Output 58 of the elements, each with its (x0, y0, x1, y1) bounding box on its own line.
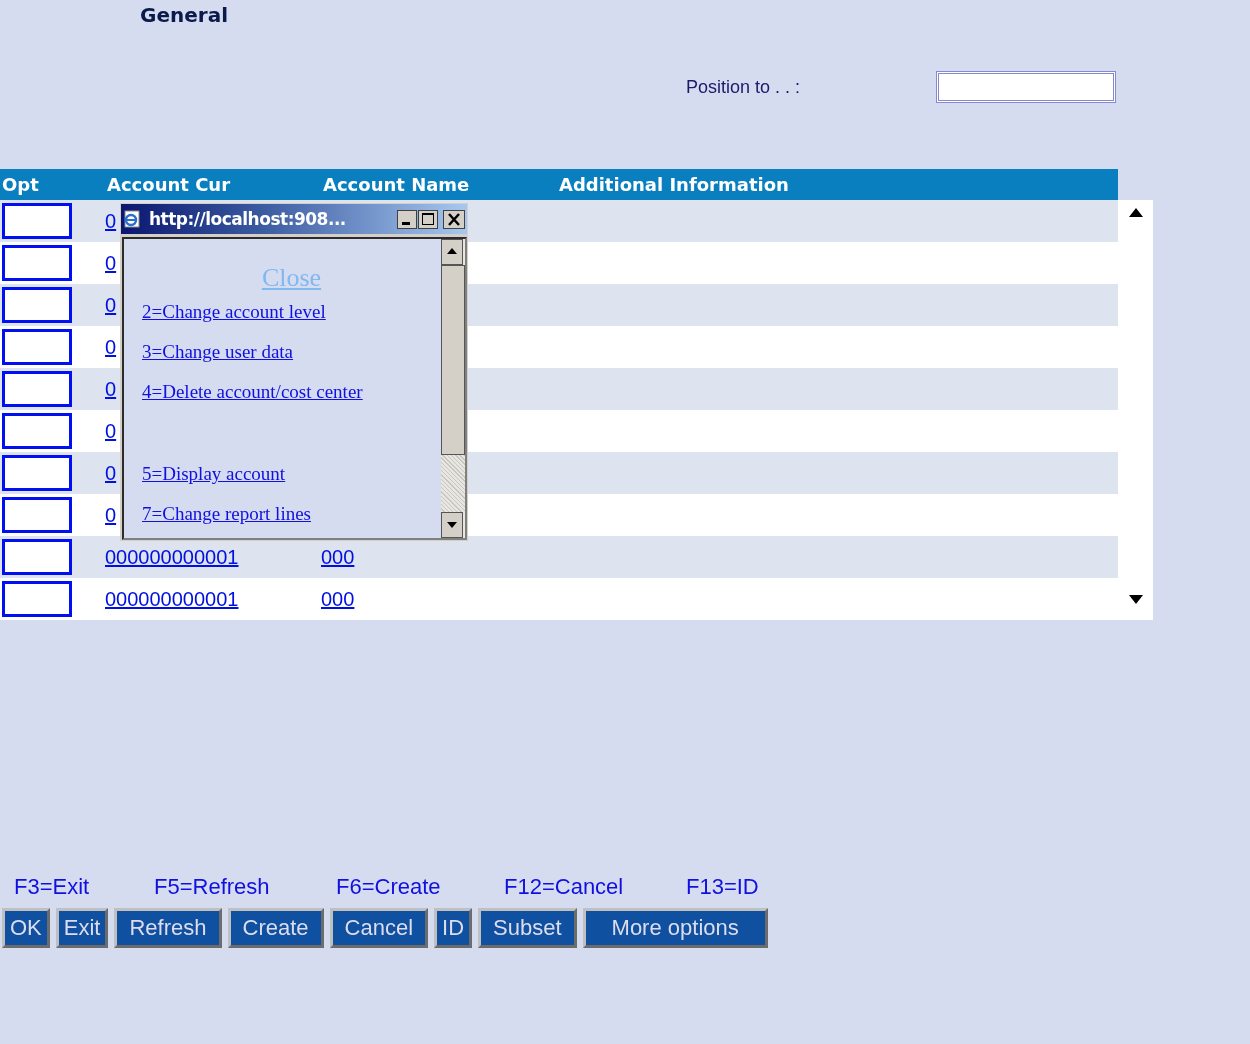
option-link[interactable]: 5=Display account (142, 463, 441, 485)
column-header: Opt (1, 174, 40, 195)
action-button[interactable]: OK (2, 908, 50, 948)
scroll-up-icon[interactable] (441, 239, 463, 265)
option-link[interactable]: 7=Change report lines (142, 503, 441, 525)
position-field[interactable] (936, 71, 1116, 103)
function-key-label: F6=Create (336, 874, 442, 900)
action-button[interactable]: Create (227, 908, 324, 948)
action-button[interactable]: Exit (55, 908, 109, 948)
action-button[interactable]: ID (434, 908, 473, 948)
action-button[interactable]: More options (582, 908, 768, 948)
account-link[interactable]: 0 (105, 251, 117, 274)
action-button[interactable]: Refresh (114, 908, 222, 948)
option-field[interactable] (2, 413, 72, 449)
account-link[interactable]: 0 (105, 419, 117, 442)
option-link[interactable]: 4=Delete account/cost center (142, 381, 441, 403)
account-link[interactable]: 0 (105, 503, 117, 526)
account-link[interactable]: 0 (105, 335, 117, 358)
browser-icon (123, 210, 141, 228)
option-field[interactable] (2, 455, 72, 491)
option-field[interactable] (2, 287, 72, 323)
account-link[interactable]: 0 (105, 293, 117, 316)
popup-title: http://localhost:908... (149, 209, 346, 229)
function-key-label: F5=Refresh (154, 874, 271, 900)
page-title: General (139, 2, 229, 29)
position-label: Position to . . : (686, 76, 802, 98)
option-field[interactable] (2, 245, 72, 281)
scroll-down-icon[interactable] (1128, 595, 1143, 604)
close-icon[interactable] (443, 209, 465, 229)
action-button[interactable]: Cancel (329, 908, 429, 948)
account-link[interactable]: 0 (105, 377, 117, 400)
function-key-label: F13=ID (686, 874, 760, 900)
scroll-up-icon[interactable] (1128, 208, 1143, 217)
option-field[interactable] (2, 581, 72, 617)
option-link[interactable]: 3=Change user data (142, 341, 441, 363)
action-button[interactable]: Subset (478, 908, 577, 948)
account-link[interactable]: 000000000001 (105, 545, 239, 568)
account-name-link[interactable]: 000 (321, 587, 355, 610)
column-header: Account Name (323, 174, 471, 195)
option-field[interactable] (2, 371, 72, 407)
option-field[interactable] (2, 203, 72, 239)
account-link[interactable]: 0 (105, 209, 117, 232)
maximize-icon[interactable] (418, 209, 438, 229)
account-name-link[interactable]: 000 (321, 545, 355, 568)
minimize-icon[interactable] (397, 209, 417, 229)
scroll-down-icon[interactable] (441, 512, 463, 538)
account-link[interactable]: 000000000001 (105, 587, 239, 610)
scroll-thumb[interactable] (441, 265, 465, 455)
account-link[interactable]: 0 (105, 461, 117, 484)
function-key-label: F12=Cancel (504, 874, 625, 900)
option-link[interactable]: 2=Change account level (142, 301, 441, 323)
option-field[interactable] (2, 497, 72, 533)
column-header: Account Cur (107, 174, 232, 195)
option-field[interactable] (2, 539, 72, 575)
column-header: Additional Information (559, 174, 789, 195)
option-field[interactable] (2, 329, 72, 365)
scrollbar[interactable] (441, 239, 465, 538)
function-key-label: F3=Exit (14, 874, 91, 900)
